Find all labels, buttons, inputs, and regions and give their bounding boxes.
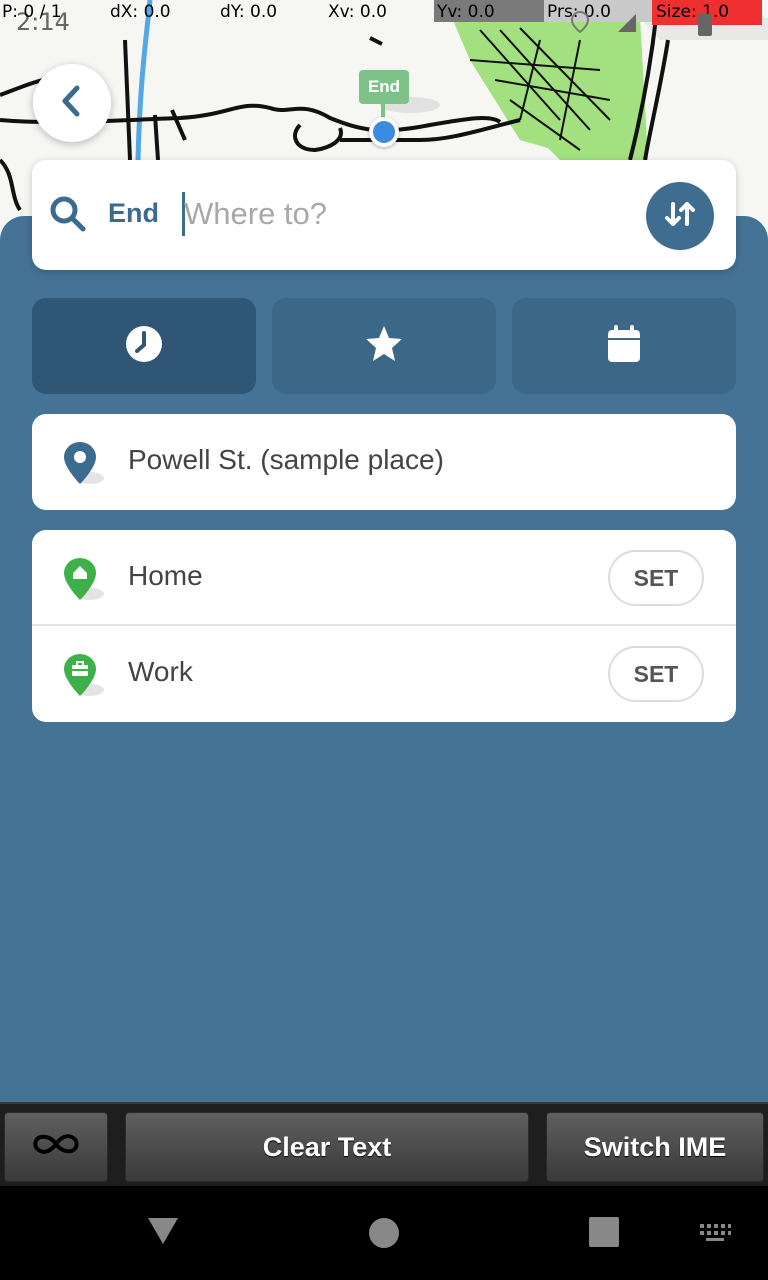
status-bar: 2:14 P: 0 / 1 dX: 0.0 dY: 0.0 Xv: 0.0 Yv…: [0, 0, 768, 36]
swap-button[interactable]: [646, 182, 714, 250]
calendar-icon: [606, 324, 642, 369]
swap-vertical-icon: [660, 194, 700, 239]
keyboard-icon[interactable]: [698, 1222, 732, 1249]
destination-input[interactable]: [184, 190, 624, 238]
home-label: Home: [128, 560, 203, 591]
tab-favorites[interactable]: [272, 298, 496, 394]
battery-icon: [698, 14, 712, 36]
debug-yv: Yv: 0.0: [437, 2, 495, 22]
infinity-icon: [31, 1131, 81, 1164]
destination-field-label: End: [108, 198, 159, 228]
triangle-back-icon[interactable]: [146, 1216, 180, 1251]
signal-icon: [616, 12, 638, 34]
tab-recent[interactable]: [32, 298, 256, 394]
square-recents-icon[interactable]: [589, 1217, 619, 1247]
end-marker-label[interactable]: End: [359, 70, 409, 104]
list-item[interactable]: Powell St. (sample place): [32, 414, 736, 510]
location-dot-icon: [369, 117, 399, 147]
end-marker-stem: [381, 104, 385, 118]
debug-xv: Xv: 0.0: [328, 2, 387, 22]
work-label: Work: [128, 656, 193, 687]
clock-icon: [124, 324, 164, 369]
end-marker-text: End: [367, 77, 401, 96]
place-label: Powell St. (sample place): [128, 444, 444, 475]
list-item-work[interactable]: Work SET: [32, 626, 736, 722]
circle-home-icon[interactable]: [369, 1218, 399, 1248]
switch-ime-button[interactable]: Switch IME: [546, 1112, 764, 1182]
home-pin-icon: [62, 556, 106, 607]
clear-text-button[interactable]: Clear Text: [125, 1112, 529, 1182]
debug-dy: dY: 0.0: [220, 2, 278, 22]
debug-pointer: P: 0 / 1: [2, 2, 62, 22]
tab-calendar[interactable]: [512, 298, 736, 394]
list-item-home[interactable]: Home SET: [32, 530, 736, 626]
search-icon: [48, 194, 88, 239]
saved-places-card: Home SET Work SET: [32, 530, 736, 722]
debug-dx: dX: 0.0: [110, 2, 171, 22]
location-pin-icon: [62, 440, 106, 491]
back-button[interactable]: [33, 64, 111, 142]
keyboard-toolbar: Clear Text Switch IME: [0, 1102, 768, 1186]
star-icon: [363, 323, 405, 370]
search-bar: End: [32, 160, 736, 270]
work-pin-icon: [62, 652, 106, 703]
set-work-button[interactable]: SET: [608, 646, 704, 702]
set-home-button[interactable]: SET: [608, 550, 704, 606]
system-nav-bar: [0, 1186, 768, 1280]
debug-size: Size: 1.0: [656, 2, 730, 22]
infinity-button[interactable]: [4, 1112, 108, 1182]
chevron-left-icon: [57, 84, 87, 123]
location-status-icon: [570, 10, 590, 34]
recent-places-card: Powell St. (sample place): [32, 414, 736, 510]
